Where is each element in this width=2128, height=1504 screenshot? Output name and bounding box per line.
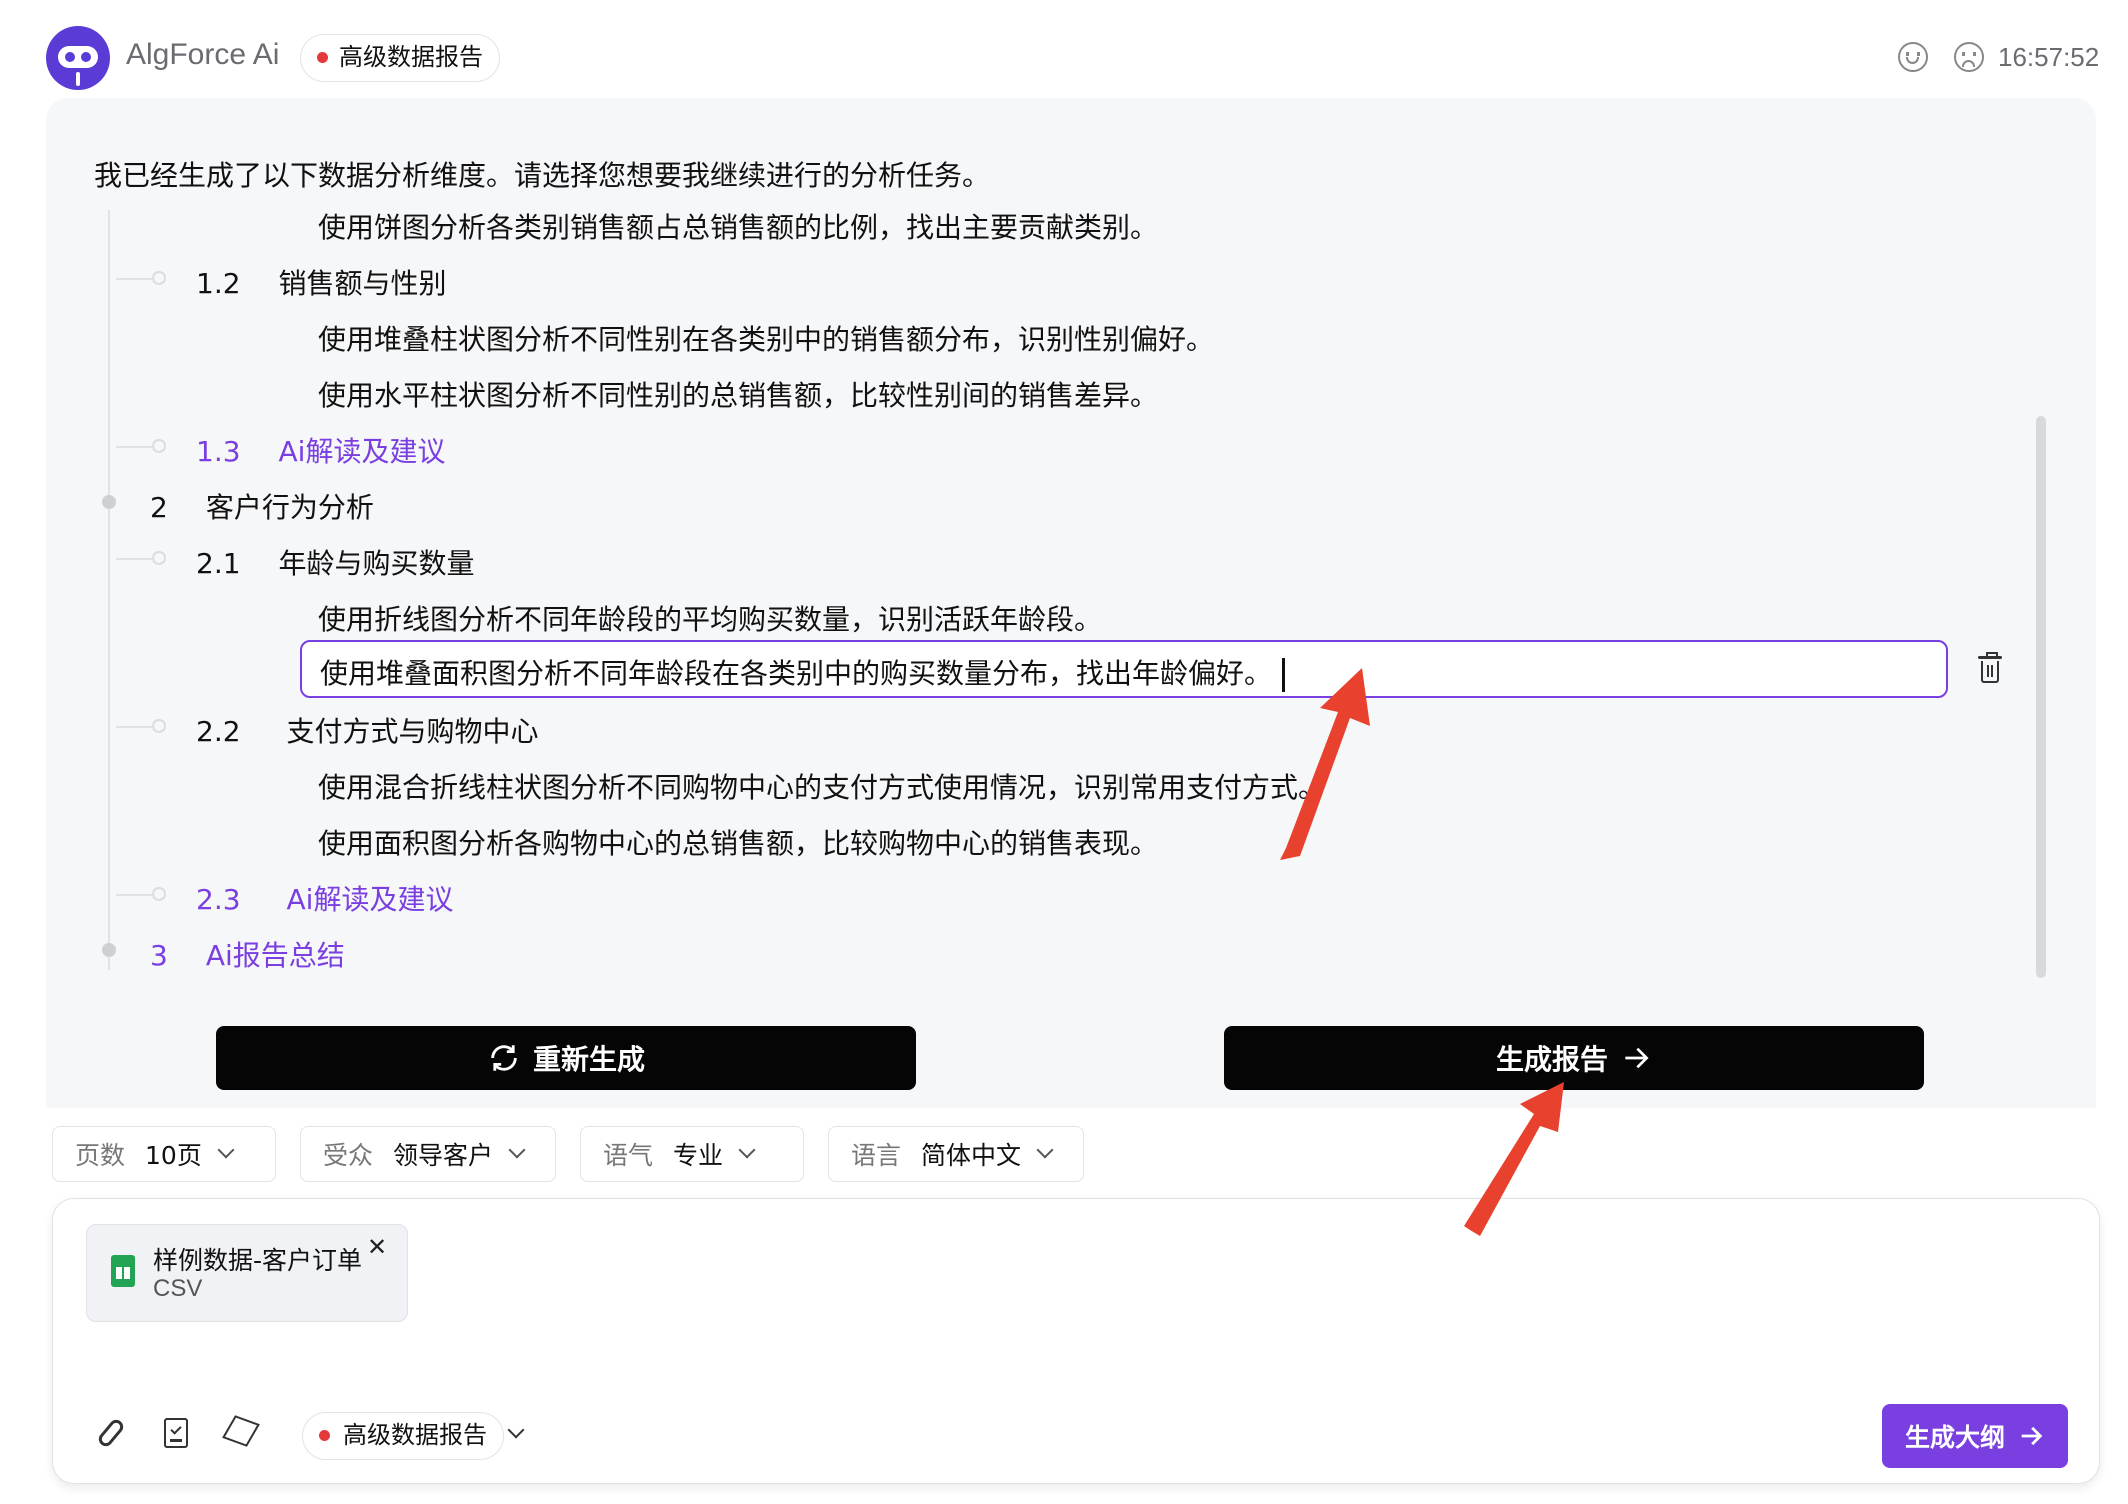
file-type: CSV [153,1275,203,1302]
outline-node [152,551,166,565]
smile-icon[interactable] [1898,42,1928,72]
chevron-down-icon [738,1141,756,1159]
outline-node [152,439,166,453]
generate-report-button[interactable]: 生成报告 [1224,1026,1924,1090]
outline-tree-line [108,210,110,970]
regenerate-button[interactable]: 重新生成 [216,1026,916,1090]
task-edit-text: 使用堆叠面积图分析不同年龄段在各类别中的购买数量分布，找出年龄偏好。 [320,657,1273,690]
checklist-icon[interactable] [164,1418,188,1448]
outline-section-3[interactable]: 3 Ai报告总结 [150,934,345,974]
arrow-right-icon [1625,1047,1649,1069]
outline-node [102,943,116,957]
refresh-icon [491,1045,517,1071]
generate-outline-label: 生成大纲 [1904,1423,2005,1452]
frown-icon[interactable] [1954,42,1984,72]
outline-task-item[interactable]: 使用饼图分析各类别销售额占总销售额的比例，找出主要贡献类别。 [318,206,1158,246]
generate-outline-button[interactable]: 生成大纲 [1882,1404,2068,1468]
brand-name: AlgForce Ai [126,38,280,71]
outline-section-2-2[interactable]: 2.2 支付方式与购物中心 [196,710,539,750]
clock-time: 16:57:52 [1998,42,2100,72]
file-name: 样例数据-客户订单 [153,1246,363,1275]
generate-report-label: 生成报告 [1495,1043,1608,1076]
language-select[interactable]: 语言 简体中文 [828,1126,1084,1182]
outline-node [102,495,116,509]
pages-select[interactable]: 页数 10页 [52,1126,276,1182]
arrow-right-icon [2021,1426,2043,1446]
task-edit-field[interactable]: 使用堆叠面积图分析不同年龄段在各类别中的购买数量分布，找出年龄偏好。 [300,640,1948,698]
attached-file-card[interactable]: 样例数据-客户订单 CSV ✕ [86,1224,408,1322]
outline-node [152,271,166,285]
trash-icon[interactable] [1978,652,2002,684]
outline-section-2-3[interactable]: 2.3 Ai解读及建议 [196,878,453,918]
outline-section-1-2[interactable]: 1.2 销售额与性别 [196,262,447,302]
regenerate-label: 重新生成 [532,1043,645,1076]
tone-select[interactable]: 语气 专业 [580,1126,804,1182]
text-caret [1282,658,1286,692]
outline-task-item[interactable]: 使用面积图分析各购物中心的总销售额，比较购物中心的销售表现。 [318,822,1158,862]
close-icon[interactable]: ✕ [367,1233,387,1261]
outline-section-1-3[interactable]: 1.3 Ai解读及建议 [196,430,445,470]
audience-select[interactable]: 受众 领导客户 [300,1126,556,1182]
mode-badge[interactable]: 高级数据报告 [300,34,500,82]
outline-task-item[interactable]: 使用折线图分析不同年龄段的平均购买数量，识别活跃年龄段。 [318,598,1102,638]
outline-task-item[interactable]: 使用堆叠柱状图分析不同性别在各类别中的销售额分布，识别性别偏好。 [318,318,1214,358]
outline-task-item[interactable]: 使用混合折线柱状图分析不同购物中心的支付方式使用情况，识别常用支付方式。 [318,766,1326,806]
mode-selector[interactable]: 高级数据报告 [302,1412,504,1460]
chevron-down-icon [217,1141,235,1159]
chevron-down-icon [1036,1141,1054,1159]
scrollbar-thumb[interactable] [2036,416,2046,978]
outline-node [152,887,166,901]
spreadsheet-icon [111,1255,135,1287]
outline-node [152,719,166,733]
chevron-down-icon [508,1141,526,1159]
robot-logo-icon [46,26,110,90]
app-header: AlgForce Ai 高级数据报告 16:57:52 [0,0,2128,100]
intro-text: 我已经生成了以下数据分析维度。请选择您想要我继续进行的分析任务。 [94,159,991,192]
outline-section-2-1[interactable]: 2.1 年龄与购买数量 [196,542,475,582]
outline-section-2[interactable]: 2 客户行为分析 [150,486,374,526]
outline-task-item[interactable]: 使用水平柱状图分析不同性别的总销售额，比较性别间的销售差异。 [318,374,1158,414]
